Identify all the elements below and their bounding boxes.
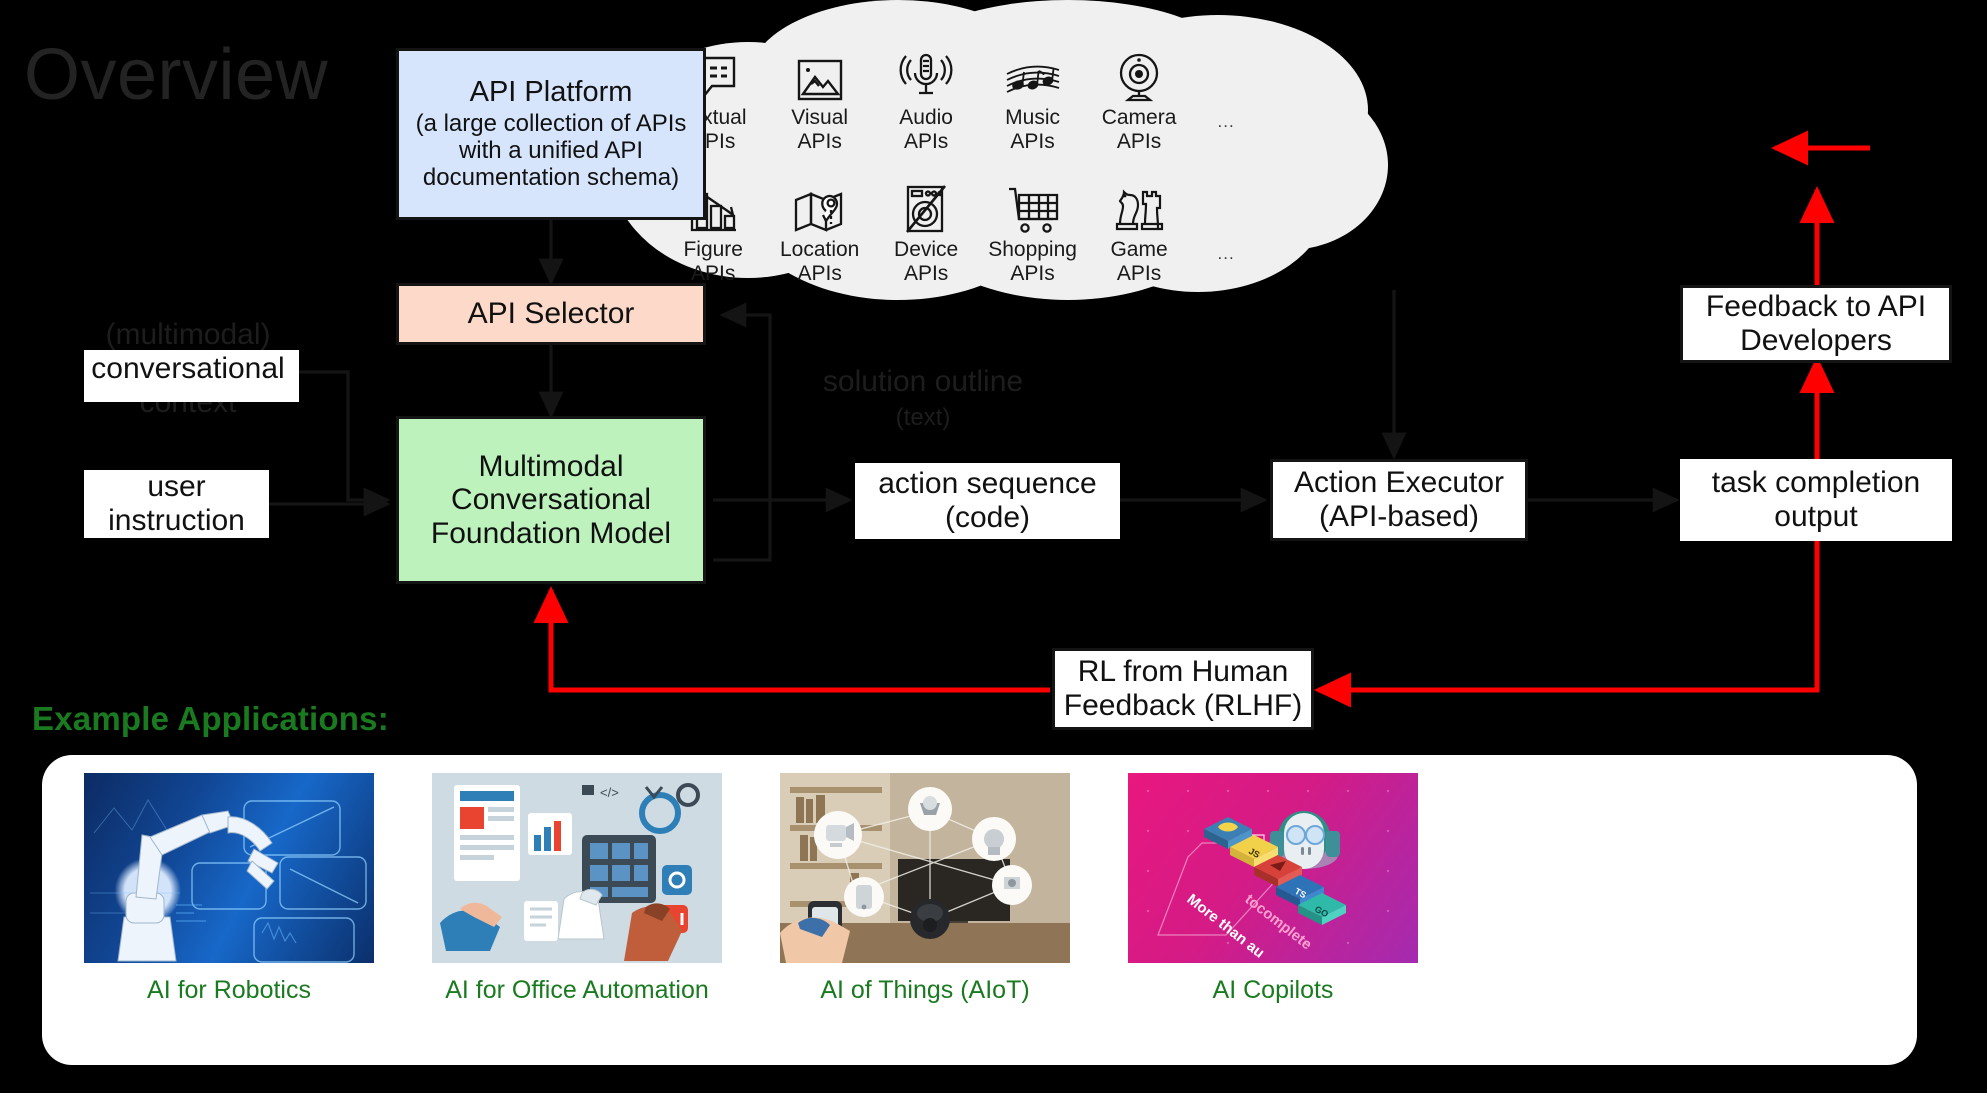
api-category-label: APIs — [1010, 129, 1055, 153]
example-card-office[interactable]: </> AI for Office Automation — [432, 773, 722, 1005]
api-category-label: Location — [779, 237, 860, 261]
conversational-context-box[interactable] — [84, 350, 299, 402]
robotics-thumbnail — [84, 773, 374, 963]
feedback-developers-line2: Developers — [1740, 324, 1892, 357]
diagram-canvas: Overview Textual APIs Visual APIs Audio … — [0, 0, 1987, 1093]
user-instruction-line1: user — [147, 470, 206, 504]
action-sequence-line1: action sequence — [878, 467, 1097, 501]
foundation-model-line1: Multimodal — [478, 449, 624, 483]
api-category-grid: Textual APIs Visual APIs Audio APIs Musi… — [660, 44, 1260, 286]
page-title: Overview — [24, 35, 329, 115]
example-caption: AI for Office Automation — [445, 976, 709, 1004]
api-category-label: APIs — [1010, 261, 1055, 285]
game-api-icon — [1112, 176, 1166, 234]
example-card-robotics[interactable]: AI for Robotics — [84, 773, 374, 1005]
office-automation-thumbnail: </> — [432, 773, 722, 963]
camera-api-icon — [1115, 44, 1163, 102]
device-api-icon — [901, 176, 951, 234]
api-selector-box[interactable]: API Selector — [396, 283, 706, 345]
api-category-location[interactable]: Location APIs — [766, 176, 872, 286]
api-category-device[interactable]: Device APIs — [873, 176, 979, 286]
user-instruction-box[interactable]: user instruction — [84, 470, 269, 538]
example-caption: AI for Robotics — [147, 976, 311, 1004]
task-completion-box[interactable]: task completion output — [1680, 459, 1952, 541]
api-ellipsis-row-1: ... — [1217, 111, 1235, 131]
example-caption: AI of Things (AIoT) — [820, 976, 1030, 1004]
action-sequence-line2: (code) — [944, 501, 1031, 534]
api-category-row-2: Figure APIs Location APIs Device APIs Sh… — [660, 176, 1260, 286]
api-category-label: APIs — [903, 261, 949, 285]
example-applications-heading: Example Applications: — [32, 700, 389, 737]
example-card-aiot[interactable]: AI of Things (AIoT) — [780, 773, 1070, 1005]
api-category-music[interactable]: Music APIs — [979, 44, 1085, 154]
feedback-developers-box[interactable]: Feedback to API Developers — [1680, 285, 1952, 363]
api-category-shopping[interactable]: Shopping APIs — [979, 176, 1085, 286]
api-category-label: APIs — [797, 129, 842, 153]
api-category-game[interactable]: Game APIs — [1086, 176, 1192, 286]
api-platform-title: API Platform — [469, 76, 633, 109]
api-category-visual[interactable]: Visual APIs — [766, 44, 872, 154]
api-category-label: Camera — [1101, 106, 1177, 129]
rlhf-box[interactable]: RL from Human Feedback (RLHF) — [1052, 648, 1314, 730]
api-category-label: Figure — [683, 237, 743, 261]
svg-text:</>: </> — [600, 785, 619, 800]
api-category-audio[interactable]: Audio APIs — [873, 44, 979, 154]
example-card-copilots[interactable]: More than au tocomplete JS TS GO AI Copi… — [1128, 773, 1418, 1005]
action-sequence-box[interactable]: action sequence (code) — [855, 463, 1120, 539]
music-api-icon — [1005, 44, 1061, 102]
example-caption: AI Copilots — [1212, 976, 1334, 1004]
visual-api-icon — [796, 44, 844, 102]
api-category-label: Game — [1110, 237, 1168, 261]
api-category-label: Music — [1005, 106, 1060, 129]
foundation-model-line3: Foundation Model — [430, 516, 672, 550]
audio-api-icon — [899, 44, 953, 102]
api-category-row-1: Textual APIs Visual APIs Audio APIs Musi… — [660, 44, 1260, 154]
api-platform-subtitle: (a large collection of APIs with a unifi… — [415, 109, 687, 191]
task-completion-line1: task completion — [1711, 466, 1921, 500]
api-category-label: APIs — [1116, 129, 1162, 153]
action-executor-box[interactable]: Action Executor (API-based) — [1270, 459, 1528, 541]
api-platform-box[interactable]: API Platform (a large collection of APIs… — [396, 48, 706, 220]
shopping-api-icon — [1007, 176, 1059, 234]
api-category-label: APIs — [1116, 261, 1162, 285]
api-category-label: Shopping — [988, 237, 1077, 261]
api-category-camera[interactable]: Camera APIs — [1086, 44, 1192, 154]
aiot-thumbnail — [780, 773, 1070, 963]
feedback-developers-line1: Feedback to API — [1705, 290, 1927, 324]
copilots-thumbnail: More than au tocomplete JS TS GO — [1128, 773, 1418, 963]
user-instruction-line2: instruction — [108, 504, 245, 537]
action-executor-line2: (API-based) — [1318, 500, 1480, 533]
rlhf-line1: RL from Human — [1077, 655, 1289, 689]
api-category-label: APIs — [903, 129, 949, 153]
solution-outline-label: solution outline (text) — [822, 365, 1024, 432]
api-category-label: Audio — [899, 106, 953, 129]
foundation-model-box[interactable]: Multimodal Conversational Foundation Mod… — [396, 416, 706, 584]
action-executor-line1: Action Executor — [1293, 466, 1505, 500]
api-ellipsis-row-2: ... — [1217, 243, 1235, 263]
example-applications-panel: AI for Robotics </> AI for Office Automa… — [42, 755, 1917, 1065]
task-completion-line2: output — [1774, 500, 1858, 533]
foundation-model-line2: Conversational — [450, 483, 652, 517]
api-category-label: Device — [894, 237, 959, 261]
api-selector-label: API Selector — [467, 297, 635, 331]
api-category-label: Visual — [791, 106, 849, 129]
location-api-icon — [793, 176, 847, 234]
rlhf-line2: Feedback (RLHF) — [1063, 689, 1303, 722]
api-category-label: APIs — [797, 261, 842, 285]
